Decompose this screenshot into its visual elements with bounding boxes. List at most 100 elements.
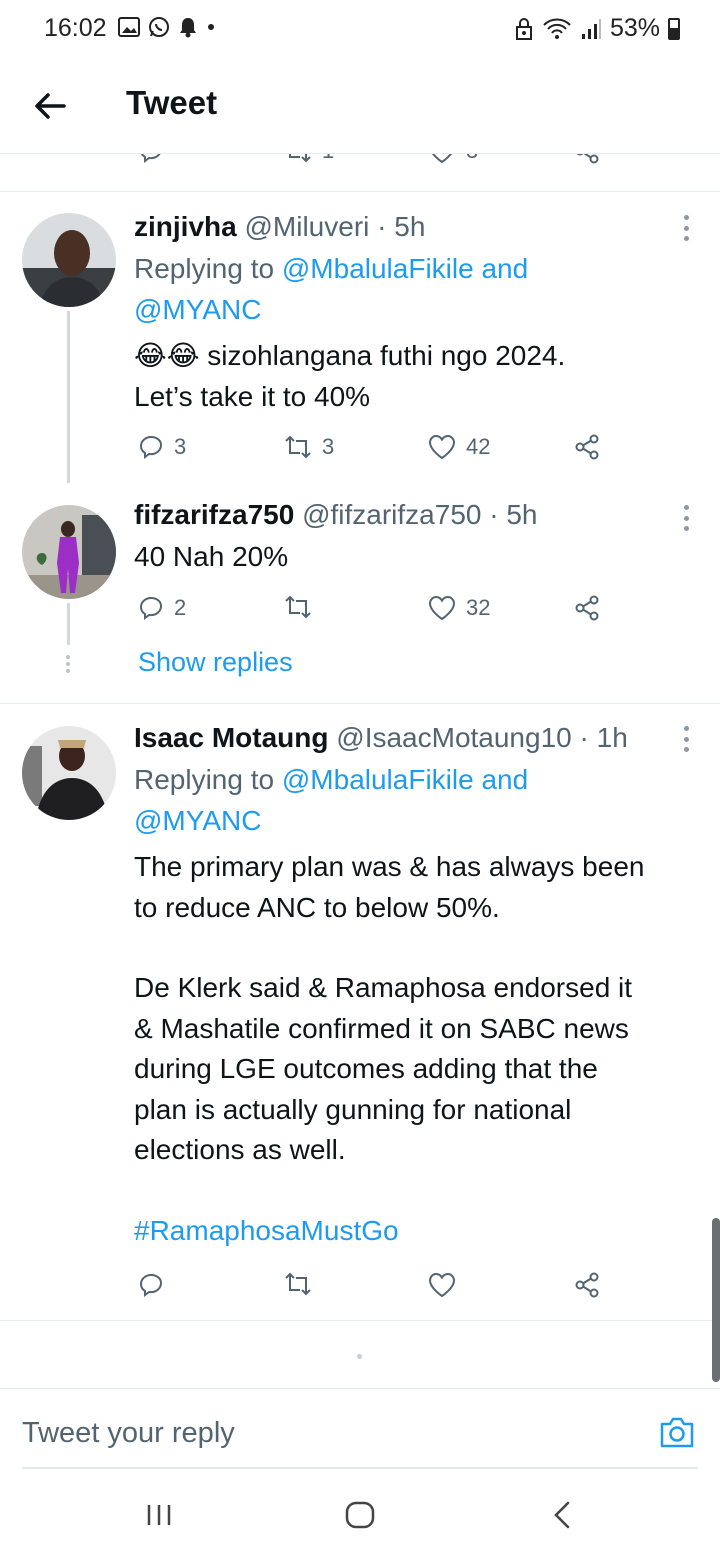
hashtag-link[interactable]: #RamaphosaMustGo xyxy=(134,1215,399,1246)
tweet-body: Replying to @MbalulaFikile and @MYANC Th… xyxy=(134,760,644,1251)
battery-icon xyxy=(668,17,680,40)
tweet-time: · 1h xyxy=(579,722,628,753)
like-count: 42 xyxy=(466,434,491,459)
heart-icon xyxy=(428,434,456,460)
like-count: 3 xyxy=(466,154,478,164)
mention-link[interactable]: @MbalulaFikile and xyxy=(282,764,528,795)
reply-count: 3 xyxy=(174,434,187,459)
emoji: 😂😂 xyxy=(134,340,200,371)
retweet-icon xyxy=(285,1272,311,1296)
display-name[interactable]: fifzarifza750 xyxy=(134,499,294,530)
retweet-button[interactable]: 1 xyxy=(284,154,334,164)
back-nav-icon[interactable] xyxy=(550,1500,574,1530)
status-system-icons: 53% xyxy=(514,14,680,43)
heart-icon xyxy=(428,595,456,621)
user-handle[interactable]: @fifzarifza750 xyxy=(302,499,481,530)
display-name[interactable]: Isaac Motaung xyxy=(134,722,328,753)
share-button[interactable] xyxy=(574,595,600,621)
avatar[interactable] xyxy=(22,505,116,599)
wifi-icon xyxy=(543,18,571,39)
status-time: 16:02 xyxy=(44,14,107,42)
tweet-text-line: during LGE outcomes adding that the xyxy=(134,1053,598,1084)
reply-composer: Tweet your reply xyxy=(0,1388,720,1470)
display-name[interactable]: zinjivha xyxy=(134,211,237,242)
system-nav-bar xyxy=(0,1470,720,1560)
divider xyxy=(0,1320,720,1321)
like-count: 32 xyxy=(466,595,491,620)
more-options-icon[interactable] xyxy=(682,505,690,531)
tweet-header: fifzarifza750 @fifzarifza750 · 5h xyxy=(134,499,538,531)
share-icon xyxy=(575,595,599,621)
mention-link[interactable]: @MbalulaFikile and xyxy=(282,253,528,284)
share-button[interactable] xyxy=(574,1272,600,1298)
more-options-icon[interactable] xyxy=(682,726,690,752)
retweet-icon xyxy=(285,435,311,459)
heart-icon xyxy=(428,1272,456,1298)
tweet-time: · 5h xyxy=(377,211,426,242)
replying-to-label: Replying to xyxy=(134,764,275,795)
tweet-text-line: & Mashatile confirmed it on SABC news xyxy=(134,1012,629,1044)
share-icon xyxy=(576,154,599,164)
share-icon xyxy=(575,1272,599,1298)
scrollbar[interactable] xyxy=(712,1218,720,1382)
tweet-body: 40 Nah 20% xyxy=(134,537,288,578)
gallery-icon xyxy=(118,17,140,37)
tweet-isaac-motaung[interactable]: Isaac Motaung @IsaacMotaung10 · 1h Reply… xyxy=(0,704,720,1320)
tweet-header: Isaac Motaung @IsaacMotaung10 · 1h xyxy=(134,722,628,754)
avatar[interactable] xyxy=(22,213,116,307)
retweet-button[interactable] xyxy=(284,595,322,619)
tweet-time: · 5h xyxy=(489,499,538,530)
battery-percent: 53% xyxy=(609,14,660,42)
dot-icon xyxy=(208,24,214,30)
retweet-icon xyxy=(285,595,311,619)
home-icon[interactable] xyxy=(344,1500,376,1530)
reply-count: 2 xyxy=(174,595,187,620)
recent-apps-icon[interactable] xyxy=(144,1500,174,1530)
lock-icon xyxy=(515,17,532,40)
reply-bubble-icon xyxy=(139,596,163,620)
tweet-fifzarifza750[interactable]: fifzarifza750 @fifzarifza750 · 5h 40 Nah… xyxy=(0,483,720,703)
tweet-text-line: The primary plan was & has always been xyxy=(134,851,645,882)
reply-button[interactable] xyxy=(138,154,164,164)
camera-icon[interactable] xyxy=(658,1413,696,1451)
loading-indicator xyxy=(357,1354,362,1359)
arrow-left-icon[interactable] xyxy=(30,86,70,126)
signal-icon xyxy=(581,18,601,39)
user-handle[interactable]: @IsaacMotaung10 xyxy=(336,722,571,753)
mention-link[interactable]: @MYANC xyxy=(134,294,261,325)
tweet-text-line: sizohlangana futhi ngo 2024. xyxy=(199,340,566,371)
like-button[interactable] xyxy=(428,1272,456,1298)
retweet-count: 3 xyxy=(322,434,335,459)
tweet-text-line: De Klerk said & Ramaphosa endorsed it xyxy=(134,972,633,1003)
retweet-icon xyxy=(289,154,311,163)
app-header: Tweet xyxy=(0,60,720,154)
thread-dots xyxy=(66,655,70,673)
retweet-count: 1 xyxy=(322,154,334,164)
reply-input-underline xyxy=(22,1467,698,1469)
reply-input[interactable]: Tweet your reply xyxy=(22,1417,235,1450)
user-handle[interactable]: @Miluveri xyxy=(244,211,369,242)
replying-to-label: Replying to xyxy=(134,253,275,284)
tweet-text-line: 40 Nah 20% xyxy=(134,541,289,572)
tweet-zinjivha[interactable]: zinjivha @Miluveri · 5h Replying to @Mba… xyxy=(0,193,720,483)
avatar[interactable] xyxy=(22,726,116,820)
like-button[interactable]: 32 xyxy=(428,595,490,621)
retweet-button[interactable]: 3 xyxy=(284,434,334,460)
thread-line xyxy=(67,603,70,645)
share-button[interactable] xyxy=(574,434,600,460)
like-button[interactable]: 42 xyxy=(428,434,490,460)
status-notification-icons xyxy=(118,16,216,38)
reply-button[interactable] xyxy=(138,1272,164,1298)
like-button[interactable]: 3 xyxy=(428,154,478,164)
mention-link[interactable]: @MYANC xyxy=(134,805,261,836)
tweet-text-line: plan is actually gunning for national xyxy=(134,1093,572,1125)
retweet-button[interactable] xyxy=(284,1272,312,1296)
share-button[interactable] xyxy=(574,154,600,164)
tweet-header: zinjivha @Miluveri · 5h xyxy=(134,211,425,243)
reply-button[interactable]: 3 xyxy=(138,434,186,460)
reply-button[interactable]: 2 xyxy=(138,595,186,621)
tweet-text-line: Let’s take it to 40% xyxy=(134,380,371,412)
more-options-icon[interactable] xyxy=(682,215,690,241)
reply-bubble-icon xyxy=(139,1273,163,1297)
show-replies-link[interactable]: Show replies xyxy=(138,647,293,678)
